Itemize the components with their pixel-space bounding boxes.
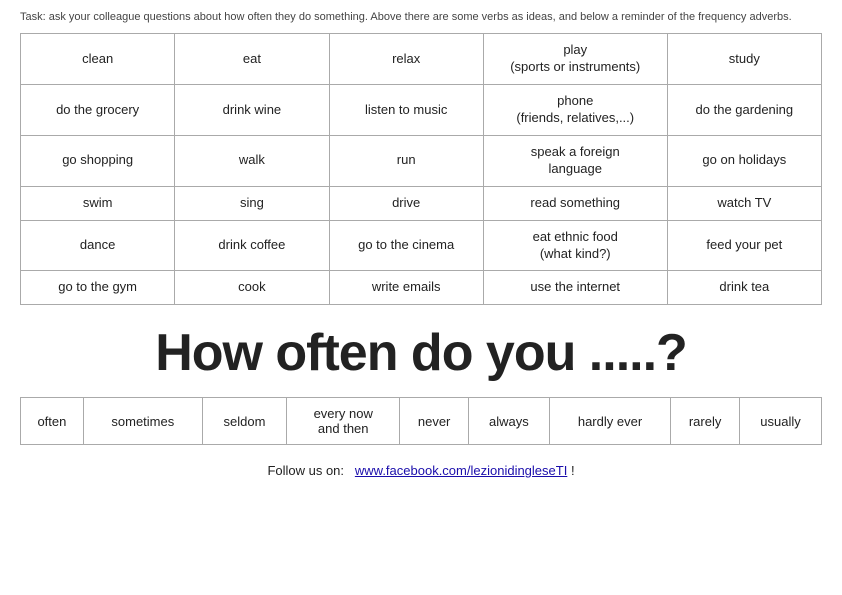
adverbs-table: oftensometimesseldomevery now and thenne… — [20, 397, 822, 445]
adverb-cell: always — [469, 398, 550, 445]
verb-cell: drink coffee — [175, 220, 329, 271]
adverb-cell: hardly ever — [549, 398, 670, 445]
verb-cell: drive — [329, 186, 483, 220]
verb-cell: study — [667, 34, 821, 85]
adverb-cell: never — [400, 398, 469, 445]
verb-cell: run — [329, 135, 483, 186]
adverb-cell: often — [21, 398, 84, 445]
verb-cell: play (sports or instruments) — [483, 34, 667, 85]
verb-cell: do the gardening — [667, 85, 821, 136]
verb-cell: write emails — [329, 271, 483, 305]
follow-us: Follow us on: www.facebook.com/lezionidi… — [20, 463, 822, 478]
verb-cell: cook — [175, 271, 329, 305]
task-description: Task: ask your colleague questions about… — [20, 10, 822, 25]
verb-cell: read something — [483, 186, 667, 220]
verb-cell: eat ethnic food (what kind?) — [483, 220, 667, 271]
follow-us-label: Follow us on: — [267, 463, 344, 478]
verb-cell: do the grocery — [21, 85, 175, 136]
verb-cell: go shopping — [21, 135, 175, 186]
verb-cell: speak a foreign language — [483, 135, 667, 186]
verb-cell: swim — [21, 186, 175, 220]
verb-cell: feed your pet — [667, 220, 821, 271]
verb-cell: go to the gym — [21, 271, 175, 305]
follow-us-link[interactable]: www.facebook.com/lezionidingleseTI — [355, 463, 567, 478]
verb-cell: use the internet — [483, 271, 667, 305]
verb-cell: relax — [329, 34, 483, 85]
adverb-cell: sometimes — [83, 398, 202, 445]
adverb-cell: usually — [739, 398, 821, 445]
verb-cell: go to the cinema — [329, 220, 483, 271]
adverb-cell: seldom — [202, 398, 286, 445]
verb-cell: eat — [175, 34, 329, 85]
verb-cell: walk — [175, 135, 329, 186]
verb-cell: go on holidays — [667, 135, 821, 186]
verbs-table: cleaneatrelaxplay (sports or instruments… — [20, 33, 822, 305]
verb-cell: phone (friends, relatives,...) — [483, 85, 667, 136]
verb-cell: dance — [21, 220, 175, 271]
adverb-cell: rarely — [671, 398, 740, 445]
follow-us-suffix: ! — [571, 463, 575, 478]
big-question: How often do you .....? — [20, 323, 822, 383]
verb-cell: watch TV — [667, 186, 821, 220]
verb-cell: drink tea — [667, 271, 821, 305]
verb-cell: listen to music — [329, 85, 483, 136]
verb-cell: clean — [21, 34, 175, 85]
verb-cell: sing — [175, 186, 329, 220]
adverb-cell: every now and then — [287, 398, 400, 445]
verb-cell: drink wine — [175, 85, 329, 136]
